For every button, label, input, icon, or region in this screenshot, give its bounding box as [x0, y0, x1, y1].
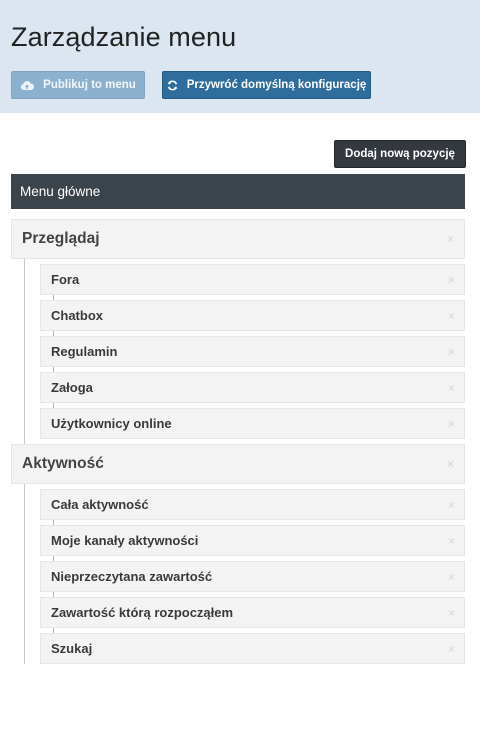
menu-item[interactable]: Szukaj ×	[40, 633, 465, 664]
refresh-icon	[167, 80, 178, 90]
menu-item-label: Cała aktywność	[51, 497, 149, 512]
close-icon[interactable]: ×	[448, 381, 455, 395]
close-icon[interactable]: ×	[448, 606, 455, 620]
close-icon[interactable]: ×	[448, 345, 455, 359]
close-icon[interactable]: ×	[448, 273, 455, 287]
menu-item[interactable]: Nieprzeczytana zawartość ×	[40, 561, 465, 592]
restore-default-label: Przywróć domyślną konfigurację	[186, 79, 367, 91]
cloud-upload-icon	[21, 80, 35, 90]
add-item-label: Dodaj nową pozycję	[345, 148, 455, 160]
menu-title-bar: Menu główne	[11, 174, 465, 209]
close-icon[interactable]: ×	[447, 232, 454, 246]
close-icon[interactable]: ×	[448, 498, 455, 512]
menu-item-label: Załoga	[51, 380, 93, 395]
menu-item-label: Użytkownicy online	[51, 416, 172, 431]
close-icon[interactable]: ×	[448, 534, 455, 548]
menu-group-label: Przeglądaj	[22, 230, 100, 247]
menu-item-label: Chatbox	[51, 308, 103, 323]
menu-title: Menu główne	[20, 184, 101, 199]
menu-group-activity[interactable]: Aktywność ×	[11, 444, 465, 484]
close-icon[interactable]: ×	[448, 309, 455, 323]
tree-connector-line	[24, 484, 25, 664]
menu-item-label: Szukaj	[51, 641, 93, 656]
menu-item[interactable]: Chatbox ×	[40, 300, 465, 331]
menu-item[interactable]: Zawartość którą rozpocząłem ×	[40, 597, 465, 628]
menu-item[interactable]: Załoga ×	[40, 372, 465, 403]
menu-item-label: Moje kanały aktywności	[51, 533, 199, 548]
menu-item[interactable]: Fora ×	[40, 264, 465, 295]
menu-item-label: Fora	[51, 272, 80, 287]
add-item-button[interactable]: Dodaj nową pozycję	[334, 140, 466, 168]
tree-connector-line	[24, 259, 25, 444]
menu-group-browse[interactable]: Przeglądaj ×	[11, 219, 465, 259]
menu-item[interactable]: Regulamin ×	[40, 336, 465, 367]
restore-default-button[interactable]: Przywróć domyślną konfigurację	[162, 71, 371, 99]
close-icon[interactable]: ×	[448, 417, 455, 431]
publish-menu-label: Publikuj to menu	[43, 79, 136, 91]
close-icon[interactable]: ×	[447, 457, 454, 471]
publish-menu-button[interactable]: Publikuj to menu	[11, 71, 145, 99]
menu-item-label: Nieprzeczytana zawartość	[51, 569, 213, 584]
close-icon[interactable]: ×	[448, 642, 455, 656]
menu-item[interactable]: Moje kanały aktywności ×	[40, 525, 465, 556]
page-header: Zarządzanie menu Publikuj to menu Przywr…	[0, 0, 480, 113]
menu-item-label: Regulamin	[51, 344, 118, 359]
menu-item-label: Zawartość którą rozpocząłem	[51, 605, 234, 620]
page-title: Zarządzanie menu	[11, 22, 237, 52]
menu-group-label: Aktywność	[22, 455, 104, 472]
menu-item[interactable]: Użytkownicy online ×	[40, 408, 465, 439]
menu-item[interactable]: Cała aktywność ×	[40, 489, 465, 520]
close-icon[interactable]: ×	[448, 570, 455, 584]
